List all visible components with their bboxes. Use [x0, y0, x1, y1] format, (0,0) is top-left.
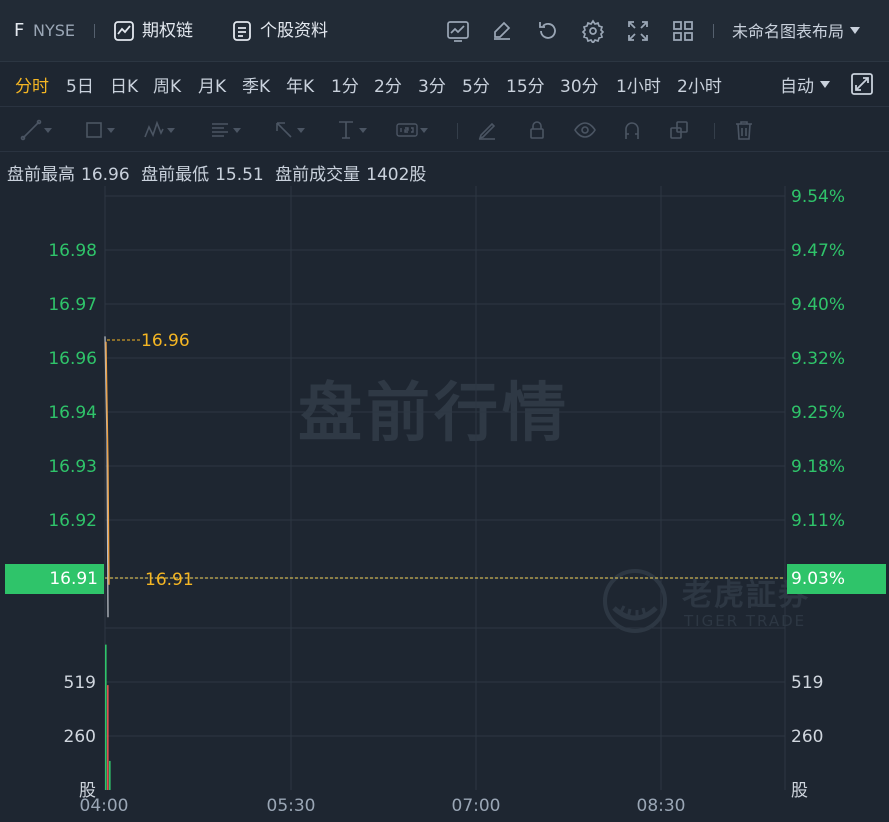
volume-bar	[105, 644, 107, 790]
time-tick-label: 07:00	[452, 796, 501, 816]
pct-tick-label: 9.54%	[791, 187, 845, 207]
pct-tick-label: 9.32%	[791, 349, 845, 369]
pct-tick-label: 9.18%	[791, 457, 845, 477]
time-tick-label: 04:00	[80, 796, 129, 816]
price-tick-label: 16.93	[48, 457, 97, 477]
price-tick-label: 16.96	[48, 349, 97, 369]
time-tick-label: 05:30	[267, 796, 316, 816]
volume-tick-label: 260	[791, 727, 823, 747]
intraday-chart[interactable]: 16.98 16.97 16.96 16.94 16.93 16.92 9.54% 9.47%…	[0, 0, 889, 822]
current-price-badge: 16.91	[5, 564, 104, 594]
pct-tick-label: 9.11%	[791, 511, 845, 531]
pct-tick-label: 9.47%	[791, 241, 845, 261]
volume-tick-label: 519	[64, 673, 96, 693]
current-pct-badge: 9.03%	[787, 564, 886, 594]
time-tick-label: 08:30	[637, 796, 686, 816]
last-marker-label: 16.91	[145, 570, 194, 590]
volume-bar	[109, 760, 111, 790]
price-tick-label: 16.94	[48, 403, 97, 423]
pct-tick-label: 9.25%	[791, 403, 845, 423]
volume-tick-label: 519	[791, 673, 823, 693]
price-tick-label: 16.97	[48, 295, 97, 315]
volume-tick-label: 股	[791, 781, 808, 801]
high-marker-label: 16.96	[141, 331, 190, 351]
volume-tick-label: 260	[64, 727, 96, 747]
price-tick-label: 16.98	[48, 241, 97, 261]
price-tick-label: 16.92	[48, 511, 97, 531]
pct-tick-label: 9.40%	[791, 295, 845, 315]
volume-bar	[107, 685, 109, 790]
